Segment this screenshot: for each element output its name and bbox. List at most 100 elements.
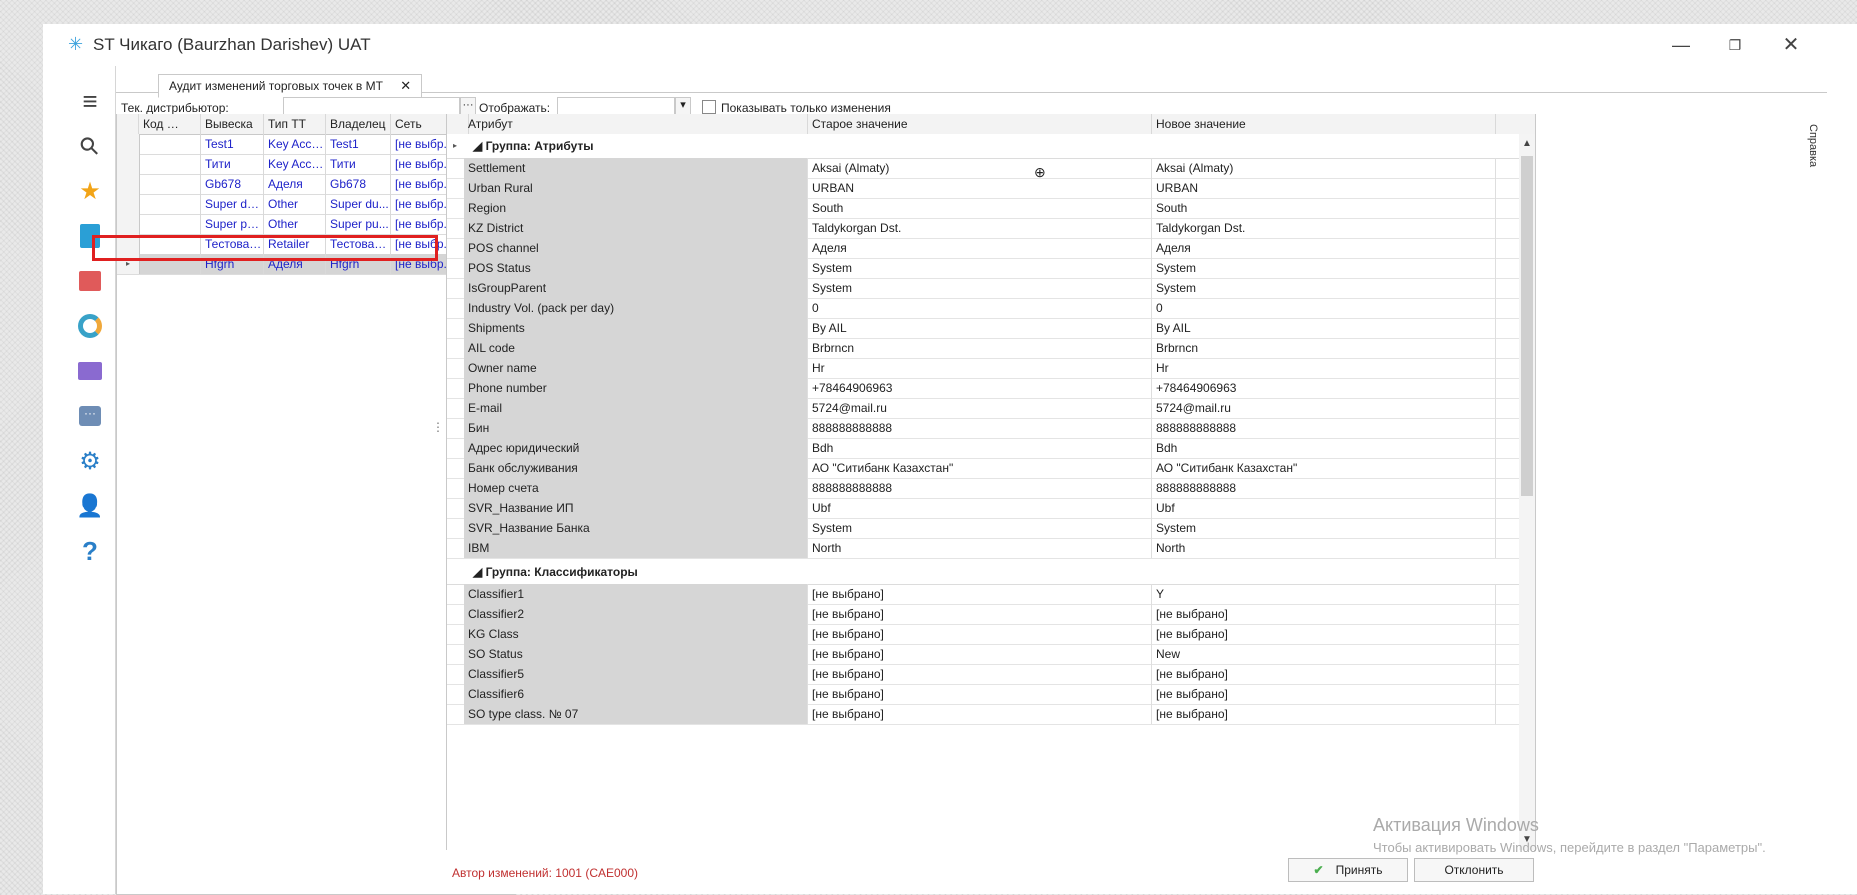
scroll-up-icon[interactable]: ▲ (1519, 136, 1535, 152)
row-indicator[interactable] (117, 154, 140, 174)
cell-code (139, 214, 201, 234)
accept-button[interactable]: ✔ Принять (1288, 858, 1408, 882)
only-changes-checkbox[interactable] (702, 100, 716, 114)
cell-old-value: АО "Ситибанк Казахстан" (808, 458, 1152, 478)
attribute-row[interactable]: Industry Vol. (pack per day) 0 0 (447, 298, 1519, 319)
attribute-row[interactable]: Region South South (447, 198, 1519, 219)
cell-new-value: By AIL (1152, 318, 1496, 338)
cell-code (139, 154, 201, 174)
cell-new-value: 0 (1152, 298, 1496, 318)
minimize-button[interactable]: — (1661, 32, 1701, 58)
cell-code (139, 134, 201, 154)
scroll-thumb[interactable] (1521, 156, 1533, 496)
attribute-row[interactable]: SO type class. № 07 [не выбрано] [не выбра… (447, 704, 1519, 725)
row-indicator[interactable] (117, 174, 140, 194)
attribute-row[interactable]: Classifier1 [не выбрано] Y (447, 584, 1519, 605)
tab-bar: Аудит изменений торговых точек в МТ ✕ (116, 66, 1827, 98)
attribute-row[interactable]: Classifier5 [не выбрано] [не выбрано] (447, 664, 1519, 685)
only-changes-label: Показывать только изменения (721, 101, 891, 115)
reject-button[interactable]: Отклонить (1414, 858, 1534, 882)
chat-icon[interactable]: ··· (73, 399, 107, 433)
attribute-row[interactable]: SVR_Название Банка System System (447, 518, 1519, 539)
cell-attribute: Settlement (464, 158, 808, 178)
row-indicator[interactable] (117, 134, 140, 154)
archive-shape (79, 271, 101, 291)
attribute-row[interactable]: Адрес юридический Bdh Bdh (447, 438, 1519, 459)
ring-shape (78, 314, 102, 338)
attribute-row[interactable]: Settlement Aksai (Almaty) Aksai (Almaty) (447, 158, 1519, 179)
search-icon[interactable]: ⚲ (73, 129, 107, 163)
close-window-button[interactable]: ✕ (1771, 32, 1811, 58)
group-classifiers[interactable]: ◢ Группа: Классификаторы (447, 560, 1519, 585)
cell-old-value: [не выбрано] (808, 584, 1152, 604)
col-code[interactable]: Код ▲ (139, 114, 201, 134)
windows-activation-subtitle: Чтобы активировать Windows, перейдите в … (1373, 840, 1766, 855)
distributor-browse-button[interactable]: ··· (460, 97, 476, 115)
distributor-input[interactable] (283, 97, 460, 115)
restore-button[interactable]: ❐ (1715, 32, 1755, 58)
cell-attribute: Classifier5 (464, 664, 808, 684)
favorites-star-icon[interactable]: ★ (73, 174, 107, 208)
panel-splitter[interactable]: ⋮ (432, 420, 444, 434)
attribute-row[interactable]: IBM North North (447, 538, 1519, 559)
attribute-row[interactable]: Classifier2 [не выбрано] [не выбрано] (447, 604, 1519, 625)
attribute-row[interactable]: Бин 888888888888 888888888888 (447, 418, 1519, 439)
archive-icon[interactable] (73, 264, 107, 298)
settings-gears-icon[interactable]: ⚙ (73, 444, 107, 478)
cell-attribute: SO type class. № 07 (464, 704, 808, 724)
cell-old-value: +78464906963 (808, 378, 1152, 398)
attribute-row[interactable]: E-mail 5724@mail.ru 5724@mail.ru (447, 398, 1519, 419)
col-new-value[interactable]: Новое значение (1152, 114, 1496, 134)
col-type[interactable]: Тип ТТ (264, 114, 326, 134)
attribute-row[interactable]: IsGroupParent System System (447, 278, 1519, 299)
attribute-row[interactable]: Phone number +78464906963 +78464906963 (447, 378, 1519, 399)
cell-new-value: System (1152, 278, 1496, 298)
attribute-row[interactable]: Банк обслуживания АО "Ситибанк Казахстан"… (447, 458, 1519, 479)
chart-ring-icon[interactable] (73, 309, 107, 343)
attribute-row[interactable]: SO Status [не выбрано] New (447, 644, 1519, 665)
row-indicator[interactable] (117, 194, 140, 214)
group-expander-icon[interactable]: ▸ (453, 134, 457, 158)
cell-old-value: Ubf (808, 498, 1152, 518)
attributes-vertical-scrollbar[interactable]: ▲ ▼ (1519, 134, 1535, 850)
chat-shape: ··· (79, 406, 101, 426)
attribute-row[interactable]: Classifier6 [не выбрано] [не выбрано] (447, 684, 1519, 705)
attributes-grid: Атрибут Старое значение Новое значение ▸… (446, 114, 1536, 851)
attributes-grid-header: Атрибут Старое значение Новое значение (447, 114, 1535, 135)
cell-old-value: Аделя (808, 238, 1152, 258)
cell-type: Other (264, 214, 326, 234)
col-owner[interactable]: Владелец (326, 114, 391, 134)
attribute-row[interactable]: KZ District Taldykorgan Dst. Taldykorgan D… (447, 218, 1519, 239)
briefcase-icon[interactable] (73, 354, 107, 388)
tab-label: Аудит изменений торговых точек в МТ (169, 79, 383, 93)
row-indicator[interactable] (117, 214, 140, 234)
attribute-row[interactable]: Owner name Hr Hr (447, 358, 1519, 379)
attribute-row[interactable]: POS channel Аделя Аделя (447, 238, 1519, 259)
group-attributes[interactable]: ▸ ◢ Группа: Атрибуты (447, 134, 1519, 159)
cell-new-value: Brbrncn (1152, 338, 1496, 358)
col-sign[interactable]: Вывеска (201, 114, 264, 134)
change-author: Автор изменений: 1001 (CAE000) (452, 866, 639, 880)
attribute-row[interactable]: AIL code Brbrncn Brbrncn (447, 338, 1519, 359)
user-icon[interactable]: 👤 (73, 489, 107, 523)
cell-new-value: [не выбрано] (1152, 684, 1496, 704)
attribute-row[interactable]: SVR_Название ИП Ubf Ubf (447, 498, 1519, 519)
tab-close-icon[interactable]: ✕ (400, 78, 411, 93)
help-side-tab[interactable]: Справка (1803, 124, 1819, 167)
col-old-value[interactable]: Старое значение (808, 114, 1152, 134)
attribute-row[interactable]: KG Class [не выбрано] [не выбрано] (447, 624, 1519, 645)
cell-old-value: System (808, 278, 1152, 298)
attribute-row[interactable]: Shipments By AIL By AIL (447, 318, 1519, 339)
group-label: ◢ Группа: Классификаторы (473, 565, 638, 579)
cell-new-value: North (1152, 538, 1496, 558)
col-attribute[interactable]: Атрибут (464, 114, 808, 134)
attribute-row[interactable]: Номер счета 888888888888 888888888888 (447, 478, 1519, 499)
display-dropdown-button[interactable]: ▾ (675, 97, 691, 115)
attribute-row[interactable]: Urban Rural URBAN URBAN (447, 178, 1519, 199)
cell-new-value: Аделя (1152, 238, 1496, 258)
attribute-row[interactable]: POS Status System System (447, 258, 1519, 279)
cell-attribute: KG Class (464, 624, 808, 644)
display-select[interactable] (557, 97, 675, 115)
menu-icon[interactable]: ≡ (73, 84, 107, 118)
help-icon[interactable]: ? (73, 534, 107, 568)
